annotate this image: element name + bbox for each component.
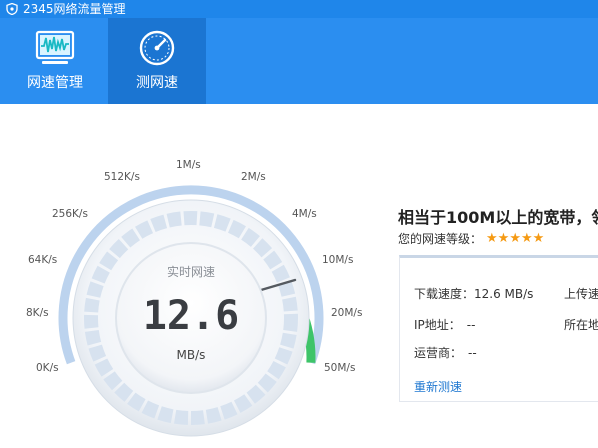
ip-value: -- xyxy=(466,318,476,332)
scale-label: 10M/s xyxy=(322,254,353,266)
retest-link[interactable]: 重新测速 xyxy=(414,378,462,395)
isp-row: 运营商： -- xyxy=(414,344,477,361)
isp-label: 运营商： xyxy=(414,346,463,360)
scale-label: 20M/s xyxy=(331,307,362,319)
ip-label: IP地址： xyxy=(414,318,461,332)
main-toolbar: 网速管理 测网速 xyxy=(0,18,598,104)
scale-label: 8K/s xyxy=(26,307,49,319)
speedometer-icon xyxy=(139,30,175,66)
tab-label: 网速管理 xyxy=(27,75,83,91)
ip-row: IP地址： -- xyxy=(414,316,475,333)
upload-label: 上传速 xyxy=(564,287,598,301)
scale-label: 64K/s xyxy=(28,254,57,266)
speed-gauge: 0K/s 8K/s 64K/s 256K/s 512K/s 1M/s 2M/s … xyxy=(26,159,362,437)
rating-label: 您的网速等级： xyxy=(398,232,483,246)
result-details-panel: 下载速度：12.6 MB/s 上传速 IP地址： -- 所在地 运营商： -- 重新… xyxy=(399,255,598,402)
scale-label: 256K/s xyxy=(52,208,88,220)
tab-speed-test[interactable]: 测网速 xyxy=(108,18,206,104)
app-title: 2345网络流量管理 xyxy=(23,2,126,16)
download-speed-row: 下载速度：12.6 MB/s xyxy=(414,285,533,302)
tab-speed-management[interactable]: 网速管理 xyxy=(6,18,104,104)
location-label: 所在地 xyxy=(564,318,598,332)
shield-icon xyxy=(6,3,18,15)
rating-stars: ★★★★★ xyxy=(486,231,545,246)
isp-value: -- xyxy=(468,346,477,360)
location-row: 所在地 xyxy=(564,316,598,333)
result-headline: 相当于100M以上的宽带，领 xyxy=(398,208,598,227)
monitor-wave-icon xyxy=(35,30,75,64)
speed-test-panel: 0K/s 8K/s 64K/s 256K/s 512K/s 1M/s 2M/s … xyxy=(0,104,598,448)
scale-label: 2M/s xyxy=(241,171,266,183)
download-label: 下载速度： xyxy=(414,287,475,301)
speed-rating: 您的网速等级： ★★★★★ xyxy=(398,230,544,247)
scale-label: 1M/s xyxy=(176,159,201,171)
upload-speed-row: 上传速 xyxy=(564,285,598,302)
download-value: 12.6 MB/s xyxy=(474,287,534,301)
scale-label: 512K/s xyxy=(104,171,140,183)
scale-label: 0K/s xyxy=(36,362,59,374)
gauge-value: 12.6 xyxy=(143,293,239,339)
scale-label: 50M/s xyxy=(324,362,355,374)
gauge-caption: 实时网速 xyxy=(167,264,215,279)
scale-label: 4M/s xyxy=(292,208,317,220)
title-bar: 2345网络流量管理 xyxy=(0,0,598,18)
tab-label: 测网速 xyxy=(136,75,178,91)
gauge-unit: MB/s xyxy=(177,348,206,362)
